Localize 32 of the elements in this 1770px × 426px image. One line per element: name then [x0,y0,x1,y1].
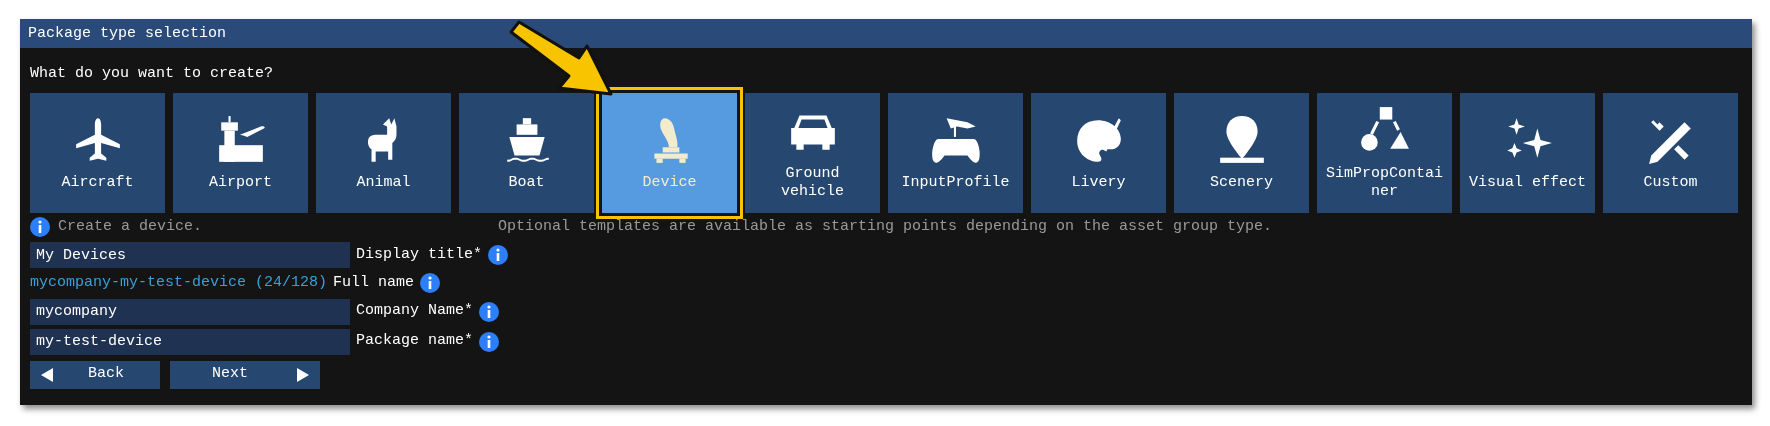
package-type-tile[interactable]: Livery [1031,93,1166,213]
right-triangle-icon [296,366,311,383]
info-icon[interactable] [479,301,500,322]
text-field[interactable]: My Devices [30,242,350,268]
back-button[interactable]: Back [30,360,160,389]
full-name-value: mycompany-my-test-device (24/128) [30,273,328,293]
package-type-tile[interactable]: InputProfile [888,93,1023,213]
package-type-tile[interactable]: Boat [459,93,594,213]
package-type-tile[interactable]: Ground vehicle [745,93,880,213]
field-label: Display title* [356,244,483,265]
package-type-tile[interactable]: Visual effect [1460,93,1595,213]
package-type-tile[interactable]: SimPropContainer [1317,93,1452,213]
description-text: Create a device. [58,216,204,237]
next-button[interactable]: Next [170,360,321,389]
left-triangle-icon [40,366,54,383]
package-type-tile[interactable]: Animal [316,93,451,213]
text-field[interactable]: my-test-device [30,328,350,355]
text-field[interactable]: mycompany [30,298,350,325]
prompt-text: What do you want to create? [30,64,274,84]
package-type-tile[interactable]: Aircraft [30,93,165,213]
info-icon[interactable] [479,331,500,352]
templates-note: Optional templates are available as starting points depending on the asset group type. [498,216,1273,237]
info-icon[interactable] [488,245,509,265]
window-title: Package type selection [20,19,1752,48]
field-label: Full name [333,273,415,293]
field-label: Company Name* [356,301,474,322]
package-type-tile[interactable]: Airport [173,93,308,213]
info-icon[interactable] [30,217,50,237]
package-type-tile[interactable]: Custom [1603,93,1738,213]
package-type-tile[interactable]: Scenery [1174,93,1309,213]
field-label: Package name* [356,331,474,352]
info-icon[interactable] [420,273,441,294]
